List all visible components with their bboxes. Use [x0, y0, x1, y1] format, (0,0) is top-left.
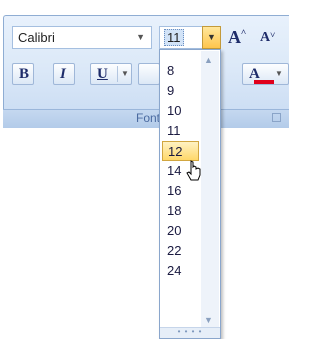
size-option-11[interactable]: 11 — [162, 121, 199, 141]
caret-up-icon: ˄ — [241, 27, 247, 37]
chevron-down-icon[interactable]: ▼ — [275, 64, 283, 84]
font-color-swatch — [254, 80, 274, 84]
bold-button[interactable]: B — [12, 63, 34, 85]
caret-down-icon: ˅ — [270, 30, 276, 40]
font-name-combobox[interactable]: Calibri ▼ — [12, 26, 152, 49]
font-size-dropdown-button[interactable]: ▼ — [202, 26, 221, 49]
dialog-launcher-icon[interactable] — [272, 113, 281, 122]
size-option-8[interactable]: 8 — [162, 61, 199, 81]
size-option-22[interactable]: 22 — [162, 241, 199, 261]
font-size-combobox[interactable]: 11 ▼ — [159, 26, 221, 49]
size-option-9[interactable]: 9 — [162, 81, 199, 101]
underline-button[interactable]: U ▼ — [90, 63, 132, 85]
scroll-up-icon[interactable]: ▲ — [204, 55, 213, 65]
font-name-value: Calibri — [18, 30, 55, 45]
size-option-12-selected[interactable]: 12 — [162, 141, 199, 161]
mouse-cursor-icon — [186, 160, 201, 181]
size-option-10[interactable]: 10 — [162, 101, 199, 121]
resize-grip[interactable]: • • • • — [160, 327, 220, 338]
size-option-20[interactable]: 20 — [162, 221, 199, 241]
chevron-down-icon[interactable]: ▼ — [136, 27, 145, 48]
grow-font-button[interactable]: A˄ — [228, 27, 246, 48]
italic-button[interactable]: I — [53, 63, 75, 85]
font-group-label: Font — [136, 111, 161, 125]
font-size-value: 11 — [164, 29, 184, 46]
size-option-24[interactable]: 24 — [162, 261, 199, 281]
strikethrough-button[interactable] — [138, 63, 160, 85]
chevron-down-icon[interactable]: ▼ — [121, 64, 129, 84]
split-divider — [117, 66, 118, 82]
vertical-scrollbar[interactable]: ▲ ▼ — [201, 51, 219, 327]
shrink-font-button[interactable]: A˅ — [260, 30, 275, 46]
font-size-dropdown-list[interactable]: 8 9 10 11 12 14 16 18 20 22 24 ▲ ▼ • • •… — [159, 49, 221, 339]
size-option-18[interactable]: 18 — [162, 201, 199, 221]
scroll-down-icon[interactable]: ▼ — [204, 315, 213, 325]
